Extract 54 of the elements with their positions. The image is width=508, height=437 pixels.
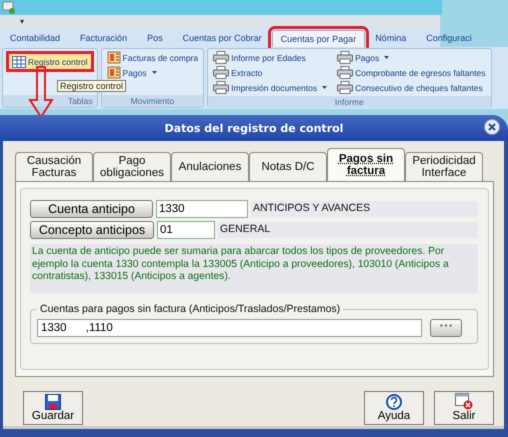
ribbon-button[interactable]: Pagos	[335, 51, 488, 64]
dialog-button[interactable]: Ayuda	[364, 391, 424, 425]
table-icon	[12, 56, 26, 68]
printer-icon	[337, 51, 354, 64]
ribbon-button[interactable]: Impresión documentos	[211, 81, 330, 94]
printer-icon	[213, 66, 230, 79]
group-label: Movimiento	[102, 95, 204, 107]
ribbon-button[interactable]: Facturas de compra	[104, 51, 200, 64]
dialog-tab[interactable]: Notas D/C	[249, 152, 327, 181]
ribbon-tab[interactable]: Pos	[137, 33, 173, 47]
dialog-tab[interactable]: Pagos sin factura	[327, 148, 405, 181]
book-icon	[106, 66, 121, 79]
exit-icon	[455, 393, 473, 410]
ribbon-tab[interactable]: Cuentas por Cobrar	[172, 33, 272, 47]
book-icon	[106, 51, 121, 64]
tooltip: Registro control	[57, 80, 126, 92]
ribbon-tab[interactable]: Contabilidad	[0, 33, 70, 47]
dialog-tab[interactable]: Causación Facturas	[15, 152, 93, 181]
dialog-title: Datos del registro de control	[164, 122, 344, 134]
ribbon-tab[interactable]: Nómina	[365, 33, 416, 47]
ribbon-button[interactable]: Registro control	[6, 51, 94, 72]
printer-icon	[337, 66, 354, 79]
group-label: Tablas	[3, 95, 97, 107]
printer-icon	[337, 81, 354, 94]
ribbon-button[interactable]: Extracto	[211, 66, 330, 79]
description-label: ANTICIPOS Y AVANCES	[251, 201, 478, 217]
lookup-button[interactable]: Concepto anticipos	[30, 221, 154, 239]
ribbon-tab[interactable]: Facturación	[70, 33, 138, 47]
code-field[interactable]: 1330	[156, 200, 248, 218]
save-icon	[45, 394, 61, 410]
code-field[interactable]: 01	[157, 221, 215, 239]
ribbon-button[interactable]: Pagos	[104, 66, 200, 79]
printer-icon	[213, 51, 230, 64]
ribbon-button[interactable]: Informe por Edades	[211, 51, 330, 64]
lookup-button[interactable]: Cuenta anticipo	[30, 200, 153, 218]
app-icon	[2, 1, 16, 14]
quick-access-menu[interactable]: ▾	[20, 16, 24, 26]
group-title: Cuentas para pagos sin factura (Anticipos/Traslados/Prestamos)	[37, 302, 344, 314]
group-label: Informe	[208, 96, 491, 108]
dialog-button[interactable]: Salir	[434, 391, 494, 425]
close-icon[interactable]	[484, 119, 500, 135]
ribbon-tab[interactable]: Configuraci	[416, 33, 482, 47]
dialog-button[interactable]: Guardar	[23, 391, 83, 425]
dialog-tab[interactable]: Anulaciones	[171, 152, 249, 181]
info-text: La cuenta de anticipo puede ser sumaria para abarcar todos los tipos de proveedores. Por ejemplo la cuenta 1330 contempla la 133005 (Anticipo a proveedores), 103010 (Anticipos a contratistas), 133015 (Anticipos a agentes).	[30, 244, 478, 292]
ribbon-button[interactable]: Comprobante de egresos faltantes	[335, 66, 488, 79]
down-arrow-icon	[28, 66, 54, 118]
help-icon	[386, 394, 402, 410]
accounts-field[interactable]: 1330 ,1110	[37, 318, 422, 336]
dialog-tab[interactable]: Pago obligaciones	[93, 152, 171, 181]
dialog-tab[interactable]: Periodicidad Interface	[405, 152, 483, 181]
printer-icon	[213, 81, 230, 94]
description-label: GENERAL	[218, 222, 478, 238]
ribbon-button[interactable]: Consecutivo de cheques faltantes	[335, 81, 488, 94]
